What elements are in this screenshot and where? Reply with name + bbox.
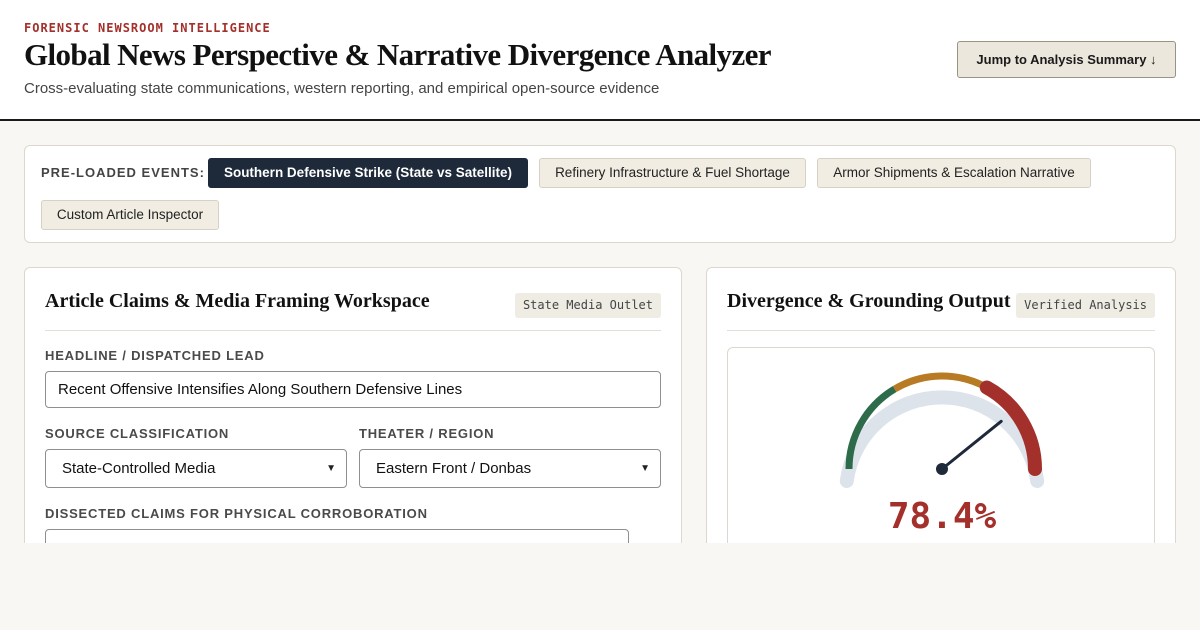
output-title: Divergence & Grounding Output: [727, 290, 1011, 312]
chevron-down-icon: ▼: [326, 463, 336, 474]
dissected-claims-label: DISSECTED CLAIMS FOR PHYSICAL CORROBORAT…: [45, 506, 428, 521]
theater-region-label: THEATER / REGION: [359, 426, 495, 441]
article-workspace-panel: Article Claims & Media Framing Workspace…: [24, 267, 682, 567]
gauge-needle: [940, 419, 1003, 471]
output-divider: [727, 330, 1155, 331]
workspace-title: Article Claims & Media Framing Workspace: [45, 290, 430, 312]
source-classification-label: SOURCE CLASSIFICATION: [45, 426, 230, 441]
gauge-mid-band: [892, 372, 989, 393]
theater-region-value: Eastern Front / Donbas: [376, 460, 532, 477]
preloaded-events-bar: PRE-LOADED EVENTS: Southern Defensive St…: [24, 145, 1176, 243]
events-label: PRE-LOADED EVENTS:: [41, 165, 205, 180]
divergence-gauge-card: 78.4%: [727, 347, 1155, 566]
verified-analysis-tag: Verified Analysis: [1016, 293, 1155, 318]
page-bottom-area: [0, 543, 1200, 630]
page-kicker: FORENSIC NEWSROOM INTELLIGENCE: [24, 21, 271, 35]
event-chip-custom-inspector[interactable]: Custom Article Inspector: [41, 200, 219, 230]
workspace-divider: [45, 330, 661, 331]
event-chip-southern-strike[interactable]: Southern Defensive Strike (State vs Sate…: [208, 158, 528, 188]
divergence-score: 78.4%: [887, 496, 997, 537]
headline-label: HEADLINE / DISPATCHED LEAD: [45, 348, 265, 363]
divergence-output-panel: Divergence & Grounding Output Verified A…: [706, 267, 1176, 567]
source-classification-select[interactable]: State-Controlled Media ▼: [45, 449, 347, 488]
event-chip-armor-shipments[interactable]: Armor Shipments & Escalation Narrative: [817, 158, 1091, 188]
page-title: Global News Perspective & Narrative Dive…: [24, 37, 772, 72]
event-chip-refinery[interactable]: Refinery Infrastructure & Fuel Shortage: [539, 158, 806, 188]
page-header: FORENSIC NEWSROOM INTELLIGENCE Global Ne…: [0, 0, 1200, 121]
source-classification-value: State-Controlled Media: [62, 460, 216, 477]
gauge-hub: [936, 463, 948, 475]
jump-to-summary-button[interactable]: Jump to Analysis Summary ↓: [957, 41, 1176, 78]
theater-region-select[interactable]: Eastern Front / Donbas ▼: [359, 449, 661, 488]
chevron-down-icon: ▼: [640, 463, 650, 474]
divergence-gauge: [839, 372, 1045, 488]
headline-input[interactable]: [45, 371, 661, 408]
page-subtitle: Cross-evaluating state communications, w…: [24, 80, 660, 97]
source-type-tag: State Media Outlet: [514, 293, 661, 318]
